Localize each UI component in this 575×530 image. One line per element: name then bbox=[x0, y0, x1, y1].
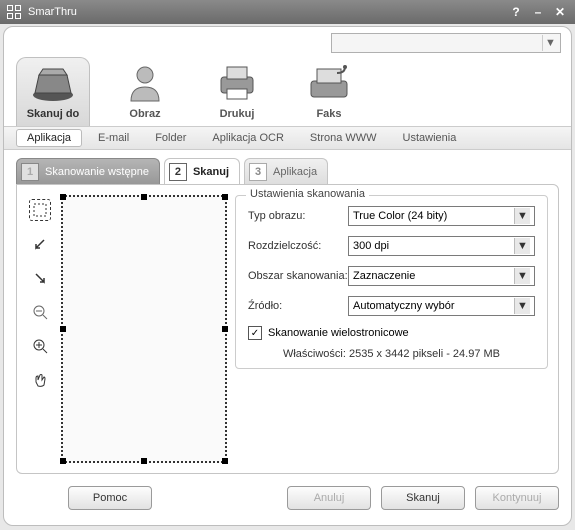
tab-print-label: Drukuj bbox=[220, 108, 255, 126]
scan-button[interactable]: Skanuj bbox=[381, 486, 465, 510]
source-select[interactable]: Automatyczny wybór ▼ bbox=[348, 296, 535, 316]
selection-tool-icon[interactable] bbox=[29, 199, 51, 221]
app-icon bbox=[6, 4, 22, 20]
chevron-down-icon: ▼ bbox=[542, 35, 558, 51]
chevron-down-icon: ▼ bbox=[514, 238, 530, 254]
multipage-checkbox[interactable]: ✓ bbox=[248, 326, 262, 340]
step-tabs: 1 Skanowanie wstępne 2 Skanuj 3 Aplikacj… bbox=[4, 150, 571, 184]
step-number: 1 bbox=[21, 163, 39, 181]
image-type-label: Typ obrazu: bbox=[248, 210, 348, 222]
scan-preview[interactable] bbox=[61, 195, 227, 463]
image-type-select[interactable]: True Color (24 bity) ▼ bbox=[348, 206, 535, 226]
image-type-value: True Color (24 bity) bbox=[353, 210, 447, 222]
resolution-value: 300 dpi bbox=[353, 240, 389, 252]
step-label: Skanuj bbox=[193, 166, 229, 178]
step-tab-prescan[interactable]: 1 Skanowanie wstępne bbox=[16, 158, 160, 184]
step-tab-application[interactable]: 3 Aplikacja bbox=[244, 158, 328, 184]
resize-handle[interactable] bbox=[60, 194, 66, 200]
tab-image-label: Obraz bbox=[129, 108, 160, 126]
help-icon[interactable]: ? bbox=[507, 4, 525, 20]
subtab-ocr[interactable]: Aplikacja OCR bbox=[202, 130, 294, 146]
scan-settings-fieldset: Ustawienia skanowania Typ obrazu: True C… bbox=[235, 195, 548, 369]
window-title: SmarThru bbox=[28, 6, 503, 18]
preview-tool-strip bbox=[27, 195, 53, 463]
subtab-folder[interactable]: Folder bbox=[145, 130, 196, 146]
printer-icon bbox=[212, 62, 262, 104]
zoom-out-icon[interactable] bbox=[29, 301, 51, 323]
subtab-web[interactable]: Strona WWW bbox=[300, 130, 387, 146]
scan-area-label: Obszar skanowania: bbox=[248, 270, 348, 282]
resize-handle[interactable] bbox=[222, 194, 228, 200]
resize-handle[interactable] bbox=[60, 458, 66, 464]
scan-area-select[interactable]: Zaznaczenie ▼ bbox=[348, 266, 535, 286]
main-toolbar: Skanuj do Obraz Drukuj Faks bbox=[4, 55, 571, 126]
sub-toolbar: Aplikacja E-mail Folder Aplikacja OCR St… bbox=[4, 126, 571, 150]
close-icon[interactable]: ✕ bbox=[551, 4, 569, 20]
subtab-application[interactable]: Aplikacja bbox=[16, 129, 82, 147]
resolution-label: Rozdzielczość: bbox=[248, 240, 348, 252]
top-combo[interactable]: ▼ bbox=[331, 33, 561, 53]
multipage-label: Skanowanie wielostronicowe bbox=[268, 327, 409, 339]
source-value: Automatyczny wybór bbox=[353, 300, 454, 312]
scan-settings-panel: Ustawienia skanowania Typ obrazu: True C… bbox=[235, 195, 548, 463]
chevron-down-icon: ▼ bbox=[514, 268, 530, 284]
zoom-in-icon[interactable] bbox=[29, 335, 51, 357]
source-label: Źródło: bbox=[248, 300, 348, 312]
subtab-settings[interactable]: Ustawienia bbox=[393, 130, 467, 146]
step-number: 3 bbox=[249, 163, 267, 181]
resize-handle[interactable] bbox=[141, 458, 147, 464]
window-body: ▼ Skanuj do Obraz Drukuj Faks bbox=[3, 26, 572, 526]
tab-print[interactable]: Drukuj bbox=[200, 58, 274, 126]
rotate-right-icon[interactable] bbox=[29, 267, 51, 289]
fax-icon bbox=[304, 62, 354, 104]
hand-tool-icon[interactable] bbox=[29, 369, 51, 391]
subtab-email[interactable]: E-mail bbox=[88, 130, 139, 146]
person-icon bbox=[120, 62, 170, 104]
step-tab-scan[interactable]: 2 Skanuj bbox=[164, 158, 240, 184]
content-area: Ustawienia skanowania Typ obrazu: True C… bbox=[16, 184, 559, 474]
resize-handle[interactable] bbox=[222, 326, 228, 332]
tab-fax-label: Faks bbox=[316, 108, 341, 126]
tab-image[interactable]: Obraz bbox=[108, 58, 182, 126]
chevron-down-icon: ▼ bbox=[514, 298, 530, 314]
step-label: Aplikacja bbox=[273, 166, 317, 178]
scanner-icon bbox=[28, 62, 78, 104]
minimize-icon[interactable]: – bbox=[529, 4, 547, 20]
scan-area-value: Zaznaczenie bbox=[353, 270, 415, 282]
scan-properties-text: Właściwości: 2535 x 3442 pikseli - 24.97… bbox=[248, 348, 535, 360]
top-combo-bar: ▼ bbox=[4, 27, 571, 55]
tab-fax[interactable]: Faks bbox=[292, 58, 366, 126]
tab-scan-to[interactable]: Skanuj do bbox=[16, 57, 90, 126]
step-label: Skanowanie wstępne bbox=[45, 166, 149, 178]
resize-handle[interactable] bbox=[60, 326, 66, 332]
help-button[interactable]: Pomoc bbox=[68, 486, 152, 510]
continue-button[interactable]: Kontynuuj bbox=[475, 486, 559, 510]
bottom-button-bar: Pomoc Anuluj Skanuj Kontynuuj bbox=[4, 482, 571, 520]
fieldset-legend: Ustawienia skanowania bbox=[246, 188, 369, 200]
tab-scan-to-label: Skanuj do bbox=[27, 108, 80, 126]
resize-handle[interactable] bbox=[141, 194, 147, 200]
cancel-button[interactable]: Anuluj bbox=[287, 486, 371, 510]
resize-handle[interactable] bbox=[222, 458, 228, 464]
titlebar: SmarThru ? – ✕ bbox=[0, 0, 575, 24]
rotate-left-icon[interactable] bbox=[29, 233, 51, 255]
chevron-down-icon: ▼ bbox=[514, 208, 530, 224]
resolution-select[interactable]: 300 dpi ▼ bbox=[348, 236, 535, 256]
step-number: 2 bbox=[169, 163, 187, 181]
